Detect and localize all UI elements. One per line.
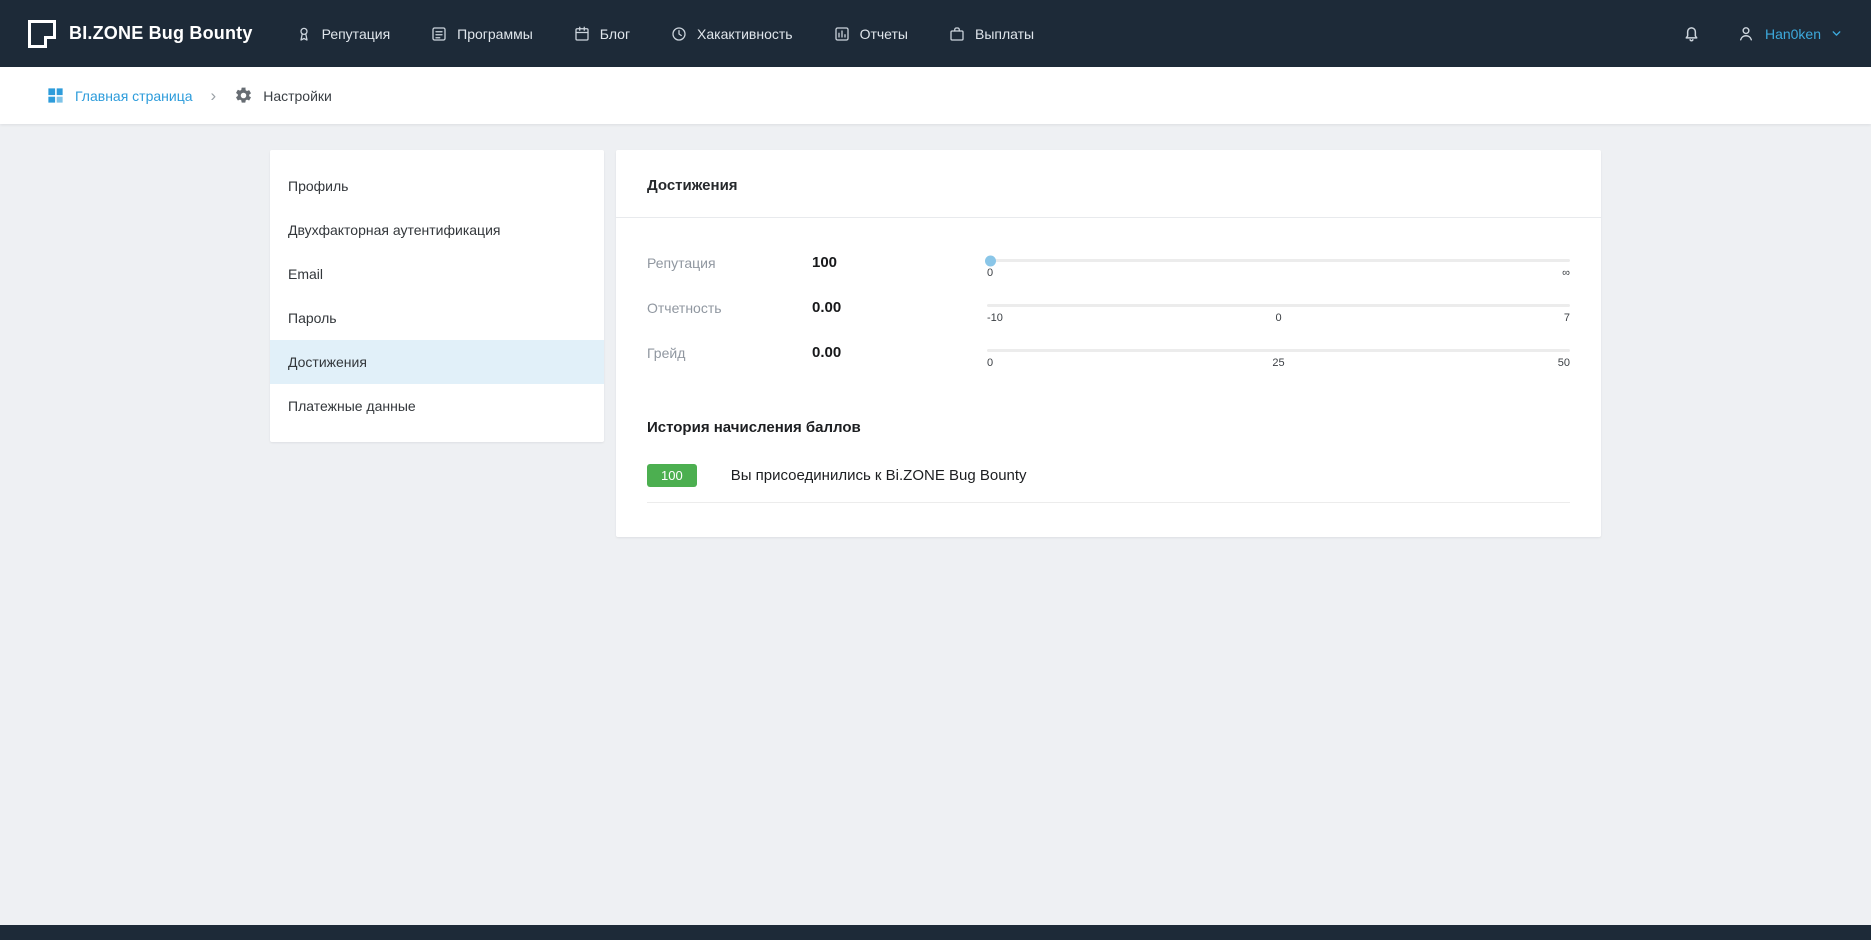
nav-item-label: Отчеты [860,26,908,42]
metric-row-grade: Грейд 0.00 0 25 50 [647,342,1570,369]
breadcrumb-home-link[interactable]: Главная страница [46,86,193,105]
metric-value: 100 [812,252,987,271]
nav-item-label: Выплаты [975,26,1034,42]
scale-min: 0 [987,267,993,279]
nav-item-blog[interactable]: Блог [573,25,630,43]
points-badge: 100 [647,464,697,487]
metrics-list: Репутация 100 0 ∞ Отчетность 0.00 [616,218,1601,397]
notifications-bell-icon[interactable] [1681,23,1702,44]
scale-max: ∞ [1562,267,1570,279]
nav-item-reputation[interactable]: Репутация [295,25,391,43]
scale-mid: 0 [1275,312,1281,324]
metric-scale-reporting: -10 0 7 [987,297,1570,324]
user-icon [1736,24,1756,44]
sidebar-item-email[interactable]: Email [270,252,604,296]
scale-min: 0 [987,357,993,369]
breadcrumb-separator: › [207,86,221,106]
scale-track [987,304,1570,307]
metric-value: 0.00 [812,297,987,316]
navbar-right: Han0ken [1681,23,1843,44]
scale-max: 50 [1558,357,1570,369]
nav-item-label: Блог [600,26,630,42]
top-navbar: BI.ZONE Bug Bounty Репутация Программы Б… [0,0,1871,67]
sidebar-item-achievements[interactable]: Достижения [270,340,604,384]
metric-label: Репутация [647,252,812,271]
scale-track [987,259,1570,262]
scale-mid: 25 [1272,357,1284,369]
metric-row-reputation: Репутация 100 0 ∞ [647,252,1570,279]
scale-max: 7 [1564,312,1570,324]
scale-min: -10 [987,312,1003,324]
breadcrumb-current-label: Настройки [263,88,332,104]
programs-icon [430,25,448,43]
sidebar-item-profile[interactable]: Профиль [270,164,604,208]
medal-icon [295,25,313,43]
settings-sidebar: Профиль Двухфакторная аутентификация Ema… [270,150,604,442]
metric-scale-grade: 0 25 50 [987,342,1570,369]
brand[interactable]: BI.ZONE Bug Bounty [28,20,253,48]
nav-item-reports[interactable]: Отчеты [833,25,908,43]
user-name: Han0ken [1765,26,1821,42]
panel-title: Достижения [616,150,1601,218]
footer-strip [0,925,1871,940]
scale-labels: 0 25 50 [987,357,1570,369]
points-history-section: История начисления баллов 100 Вы присоед… [616,397,1601,503]
gear-icon [234,86,253,105]
chevron-down-icon [1830,27,1843,40]
bar-chart-icon [833,25,851,43]
history-row: 100 Вы присоединились к Bi.ZONE Bug Boun… [647,464,1570,503]
nav-item-payouts[interactable]: Выплаты [948,25,1034,43]
metric-scale-reputation: 0 ∞ [987,252,1570,279]
grid-home-icon [46,86,65,105]
metric-label: Отчетность [647,297,812,316]
points-history-title: История начисления баллов [647,419,1570,436]
nav-item-programs[interactable]: Программы [430,25,533,43]
sidebar-item-payment-data[interactable]: Платежные данные [270,384,604,428]
sidebar-item-two-factor[interactable]: Двухфакторная аутентификация [270,208,604,252]
briefcase-icon [948,25,966,43]
settings-content: Профиль Двухфакторная аутентификация Ema… [270,150,1601,537]
metric-label: Грейд [647,342,812,361]
scale-dot [985,255,996,266]
main-nav: Репутация Программы Блог Хакактивность О… [295,25,1035,43]
bizone-logo-icon [28,20,56,48]
metric-value: 0.00 [812,342,987,361]
scale-labels: 0 ∞ [987,267,1570,279]
breadcrumb-current: Настройки [234,86,332,105]
history-text: Вы присоединились к Bi.ZONE Bug Bounty [731,467,1027,484]
sidebar-item-password[interactable]: Пароль [270,296,604,340]
nav-item-label: Программы [457,26,533,42]
breadcrumb: Главная страница › Настройки [0,67,1871,124]
user-menu[interactable]: Han0ken [1736,24,1843,44]
breadcrumb-home-label: Главная страница [75,88,193,104]
achievements-panel: Достижения Репутация 100 0 ∞ Отчетн [616,150,1601,537]
history-clock-icon [670,25,688,43]
scale-track [987,349,1570,352]
metric-row-reporting: Отчетность 0.00 -10 0 7 [647,297,1570,324]
calendar-icon [573,25,591,43]
nav-item-label: Репутация [322,26,391,42]
brand-name: BI.ZONE Bug Bounty [69,23,253,44]
nav-item-label: Хакактивность [697,26,793,42]
scale-labels: -10 0 7 [987,312,1570,324]
nav-item-hackactivity[interactable]: Хакактивность [670,25,793,43]
